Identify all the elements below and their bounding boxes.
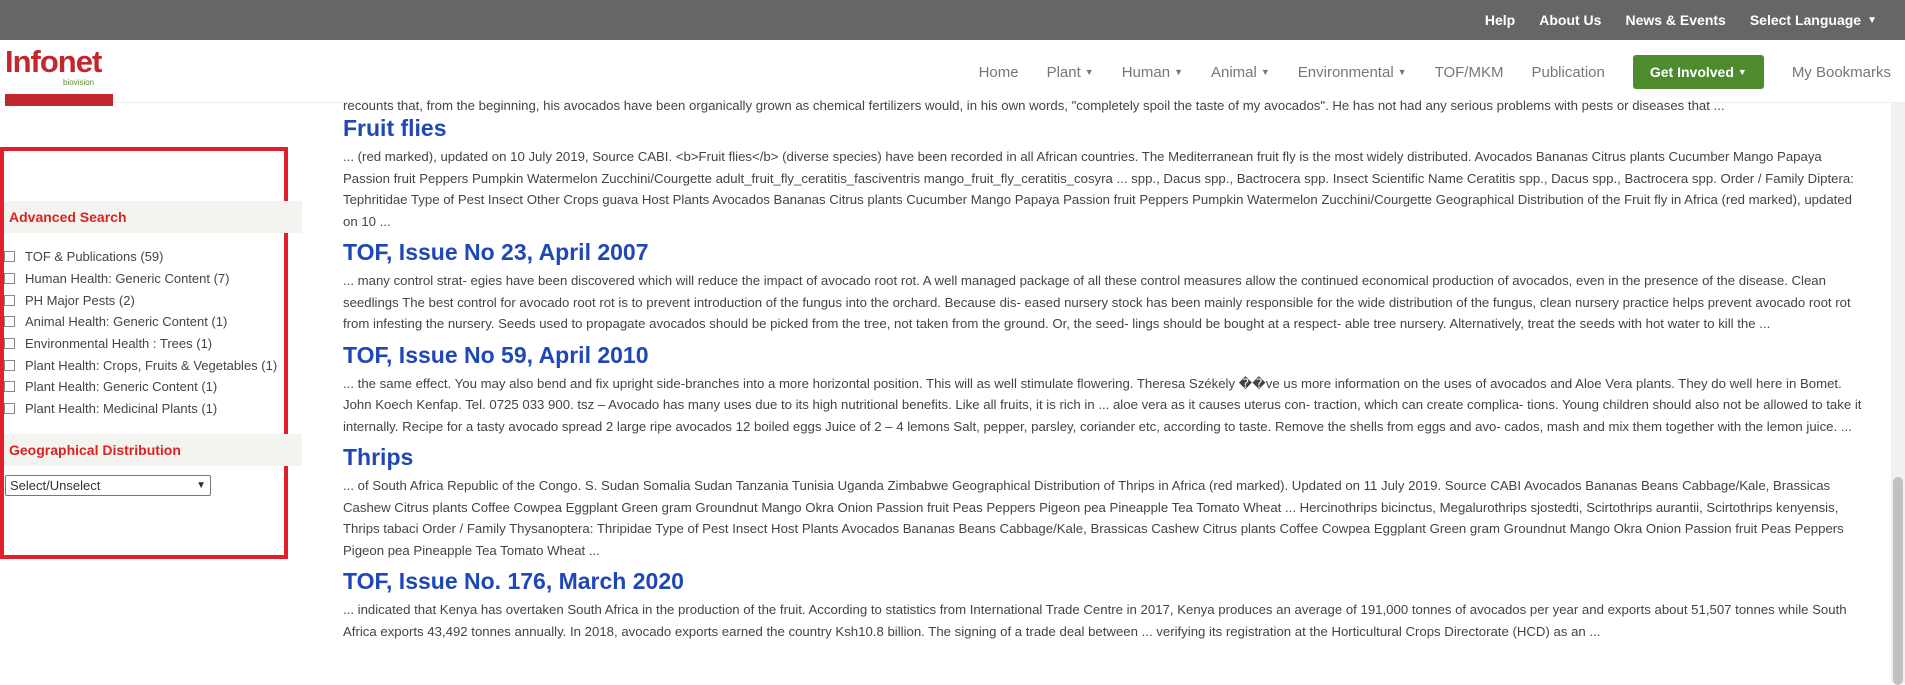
main-nav: Home Plant ▼ Human ▼ Animal ▼ Environmental… bbox=[965, 54, 1905, 90]
checkbox[interactable] bbox=[4, 294, 15, 306]
filter-label: Human Health: Generic Content (7) bbox=[25, 271, 230, 287]
checkbox[interactable] bbox=[4, 273, 15, 285]
nav-human-label: Human bbox=[1121, 63, 1171, 81]
about-us-link[interactable]: About Us bbox=[1539, 12, 1601, 28]
scrollbar-thumb[interactable] bbox=[1893, 477, 1903, 685]
nav-animal[interactable]: Animal ▼ bbox=[1211, 64, 1270, 81]
result-title-link[interactable]: Fruit flies bbox=[343, 114, 1863, 142]
caret-down-icon: ▼ bbox=[1397, 67, 1407, 77]
nav-publication-label: Publication bbox=[1531, 63, 1605, 81]
advanced-search-title: Advanced Search bbox=[9, 209, 127, 225]
filter-label: Plant Health: Generic Content (1) bbox=[25, 379, 218, 395]
filter-label: PH Major Pests (2) bbox=[25, 292, 135, 308]
result-title-link[interactable]: Thrips bbox=[343, 443, 1863, 471]
nav-tof[interactable]: TOF/MKM bbox=[1435, 64, 1504, 81]
filter-label: Environmental Health : Trees (1) bbox=[25, 336, 213, 352]
result-snippet: ... indicated that Kenya has overtaken S… bbox=[343, 602, 1847, 639]
filter-item[interactable]: Environmental Health : Trees (1) bbox=[4, 333, 294, 355]
help-link[interactable]: Help bbox=[1485, 12, 1515, 28]
caret-down-icon: ▼ bbox=[1174, 67, 1183, 77]
checkbox[interactable] bbox=[4, 316, 15, 328]
checkbox[interactable] bbox=[4, 338, 15, 350]
filter-list: TOF & Publications (59) Human Health: Ge… bbox=[4, 246, 294, 420]
result-title-link[interactable]: TOF, Issue No. 176, March 2020 bbox=[343, 567, 1863, 595]
nav-environmental[interactable]: Environmental ▼ bbox=[1298, 64, 1407, 81]
result-item: TOF, Issue No. 176, March 2020 ... indic… bbox=[343, 567, 1863, 642]
search-results: recounts that, from the beginning, his a… bbox=[343, 98, 1863, 648]
result-snippet: recounts that, from the beginning, his a… bbox=[343, 98, 1725, 113]
top-bar: Help About Us News & Events Select Langu… bbox=[0, 0, 1905, 40]
filter-label: Plant Health: Crops, Fruits & Vegetables… bbox=[25, 357, 278, 373]
filter-label: Plant Health: Medicinal Plants (1) bbox=[25, 401, 218, 417]
logo-bar bbox=[5, 94, 113, 106]
news-events-link[interactable]: News & Events bbox=[1625, 12, 1725, 28]
filter-item[interactable]: Human Health: Generic Content (7) bbox=[4, 268, 294, 290]
nav-plant[interactable]: Plant ▼ bbox=[1047, 64, 1094, 81]
checkbox[interactable] bbox=[4, 251, 15, 263]
filter-item[interactable]: Plant Health: Medicinal Plants (1) bbox=[4, 398, 294, 420]
geo-select-value: Select/Unselect bbox=[10, 478, 101, 493]
nav-home[interactable]: Home bbox=[979, 64, 1019, 81]
nav-bookmarks[interactable]: My Bookmarks bbox=[1792, 64, 1891, 81]
logo-word: Infonet bbox=[5, 44, 102, 79]
filter-item[interactable]: Animal Health: Generic Content (1) bbox=[4, 311, 294, 333]
get-involved-button[interactable]: Get Involved ▼ bbox=[1632, 55, 1764, 89]
nav-animal-label: Animal bbox=[1210, 63, 1257, 81]
logo-sub: biovision bbox=[63, 78, 95, 87]
nav-home-label: Home bbox=[978, 63, 1019, 81]
result-title-link[interactable]: TOF, Issue No 23, April 2007 bbox=[343, 238, 1863, 266]
filter-label: TOF & Publications (59) bbox=[25, 249, 164, 265]
filter-item[interactable]: PH Major Pests (2) bbox=[4, 289, 294, 311]
caret-down-icon: ▼ bbox=[1737, 67, 1747, 77]
site-header: Infonet biovision Home Plant ▼ Human ▼ Ani… bbox=[0, 40, 1905, 106]
geo-distribution-title: Geographical Distribution bbox=[9, 442, 181, 458]
caret-down-icon: ▼ bbox=[1260, 67, 1270, 77]
result-snippet: ... the same effect. You may also bend a… bbox=[343, 375, 1862, 434]
chevron-down-icon: ▼ bbox=[1867, 14, 1877, 26]
result-item: TOF, Issue No 59, April 2010 ... the sam… bbox=[343, 341, 1863, 438]
infonet-logo[interactable]: Infonet biovision bbox=[5, 44, 113, 106]
advanced-search-header: Advanced Search bbox=[4, 201, 302, 233]
result-snippet: ... many control strat- egies have been … bbox=[343, 273, 1851, 331]
language-label: Select Language bbox=[1749, 12, 1862, 28]
caret-down-icon: ▼ bbox=[1084, 67, 1094, 77]
get-involved-label: Get Involved bbox=[1649, 64, 1734, 80]
result-snippet: ... of South Africa Republic of the Cong… bbox=[343, 478, 1844, 558]
search-sidebar: Advanced Search TOF & Publications (59) … bbox=[0, 147, 302, 559]
checkbox[interactable] bbox=[4, 403, 15, 415]
geo-distribution-header: Geographical Distribution bbox=[4, 434, 302, 466]
page-scrollbar[interactable] bbox=[1891, 102, 1905, 685]
geo-select[interactable]: Select/Unselect ▼ bbox=[5, 475, 211, 496]
nav-human[interactable]: Human ▼ bbox=[1122, 64, 1183, 81]
language-select[interactable]: Select Language ▼ bbox=[1750, 12, 1877, 28]
result-item: Thrips ... of South Africa Republic of t… bbox=[343, 443, 1863, 561]
nav-publication[interactable]: Publication bbox=[1531, 64, 1604, 81]
nav-bookmarks-label: My Bookmarks bbox=[1791, 63, 1891, 81]
nav-environmental-label: Environmental bbox=[1297, 63, 1394, 81]
filter-label: Animal Health: Generic Content (1) bbox=[25, 314, 228, 330]
result-title-link[interactable]: TOF, Issue No 59, April 2010 bbox=[343, 341, 1863, 369]
checkbox[interactable] bbox=[4, 381, 15, 393]
filter-item[interactable]: TOF & Publications (59) bbox=[4, 246, 294, 268]
result-item: TOF, Issue No 23, April 2007 ... many co… bbox=[343, 238, 1863, 335]
result-snippet: ... (red marked), updated on 10 July 201… bbox=[343, 149, 1854, 229]
filter-item[interactable]: Plant Health: Crops, Fruits & Vegetables… bbox=[4, 354, 294, 376]
checkbox[interactable] bbox=[4, 359, 15, 371]
nav-plant-label: Plant bbox=[1046, 63, 1081, 81]
result-item: Fruit flies ... (red marked), updated on… bbox=[343, 114, 1863, 232]
nav-tof-label: TOF/MKM bbox=[1434, 63, 1504, 81]
chevron-down-icon: ▼ bbox=[196, 480, 206, 491]
filter-item[interactable]: Plant Health: Generic Content (1) bbox=[4, 376, 294, 398]
